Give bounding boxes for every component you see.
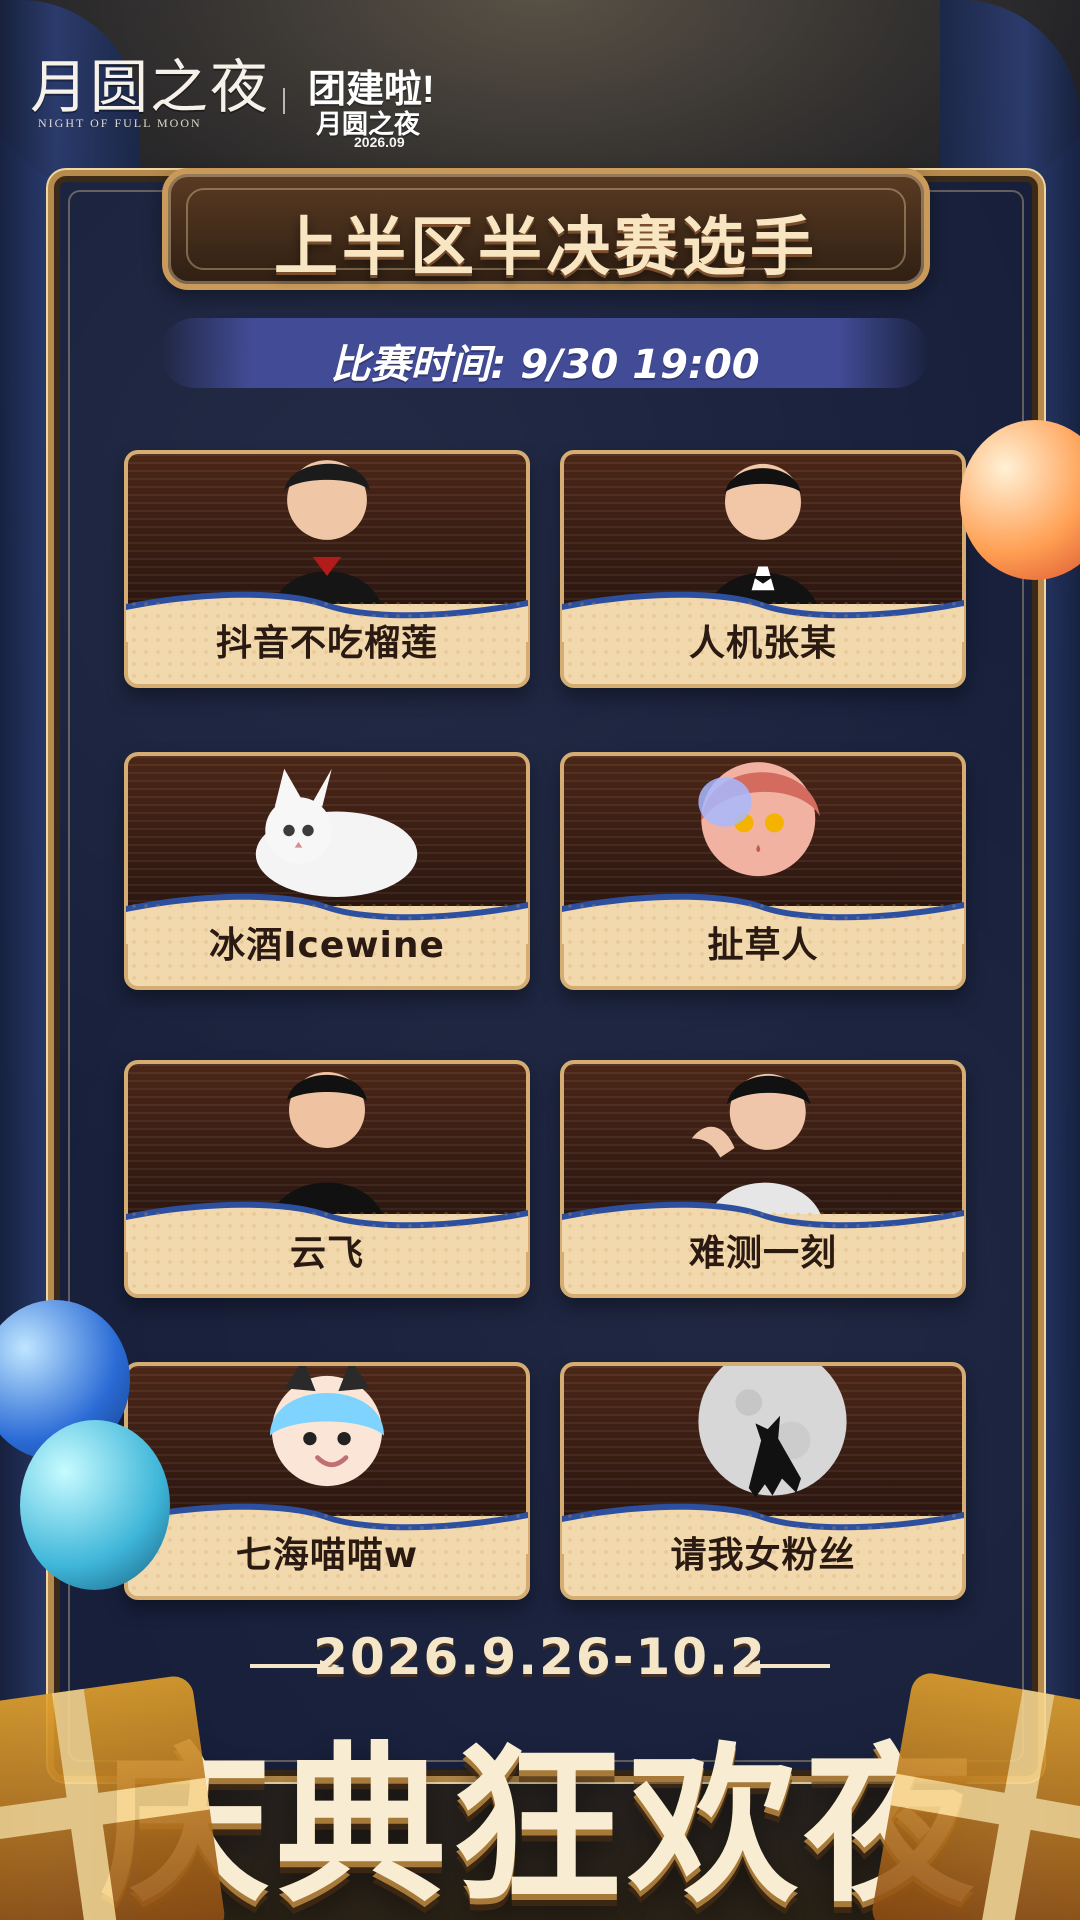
logos: 月圆之夜 NIGHT OF FULL MOON 团建啦! 月圆之夜 2026.0… — [30, 30, 450, 150]
player-name: 扯草人 — [707, 925, 819, 966]
logo-subtitle: NIGHT OF FULL MOON — [38, 116, 202, 130]
event-logo: 团建啦! 月圆之夜 2026.09 — [308, 58, 478, 150]
match-time: 比赛时间: 9/30 19:00 — [330, 342, 760, 388]
player-card-1: 抖音不吃榴莲 — [124, 450, 530, 688]
player-name: 七海喵喵w — [235, 1535, 419, 1576]
player-card-3: 冰酒Icewine — [124, 752, 530, 990]
title-banner: 上半区半决赛选手 — [162, 168, 930, 290]
gift-box-left — [0, 1673, 227, 1920]
poster: 月圆之夜 NIGHT OF FULL MOON 团建啦! 月圆之夜 2026.0… — [0, 0, 1080, 1920]
player-name: 云飞 — [289, 1233, 364, 1274]
player-card-7: 七海喵喵w — [124, 1362, 530, 1600]
logo-main: 月圆之夜 — [30, 55, 271, 120]
player-card-4: 扯草人 — [560, 752, 966, 990]
player-name: 抖音不吃榴莲 — [215, 623, 438, 664]
event-logo-date: 2026.09 — [354, 134, 405, 150]
player-card-8: 请我女粉丝 — [560, 1362, 966, 1600]
player-name: 难测一刻 — [688, 1233, 837, 1274]
page-title: 上半区半决赛选手 — [274, 211, 818, 285]
player-name: 人机张某 — [688, 623, 837, 664]
balloon-left-bottom — [20, 1420, 170, 1590]
match-time-ribbon: 比赛时间: 9/30 19:00 — [160, 318, 930, 388]
player-card-6: 难测一刻 — [560, 1060, 966, 1298]
player-name: 请我女粉丝 — [670, 1535, 856, 1576]
player-card-5: 云飞 — [124, 1060, 530, 1298]
player-name: 冰酒Icewine — [209, 925, 445, 966]
logo-separator — [283, 88, 285, 114]
player-card-2: 人机张某 — [560, 450, 966, 688]
